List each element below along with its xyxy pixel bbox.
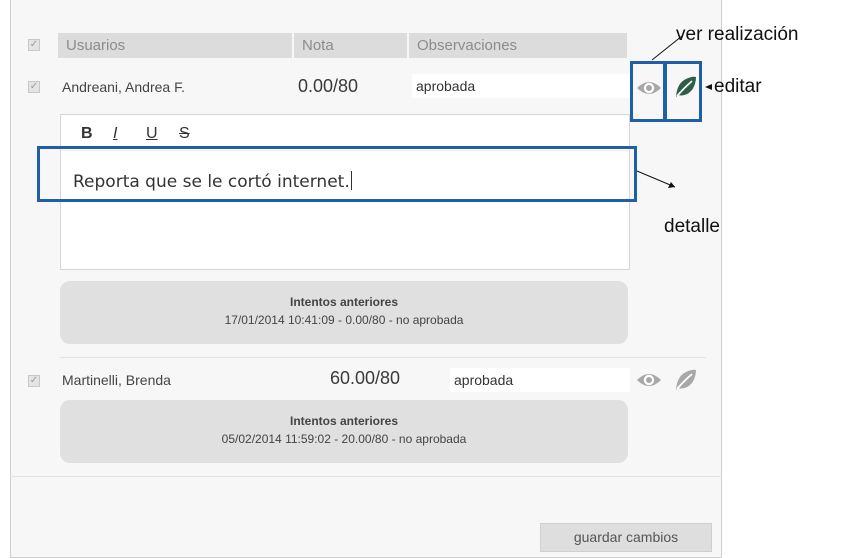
annotation-detail-label: detalle [664, 216, 720, 237]
detail-pointer-line [636, 170, 676, 188]
annotation-edit-label: editar [714, 76, 762, 97]
annotation-view-label: ver realización [676, 24, 799, 45]
edit-arrowhead [705, 84, 712, 90]
